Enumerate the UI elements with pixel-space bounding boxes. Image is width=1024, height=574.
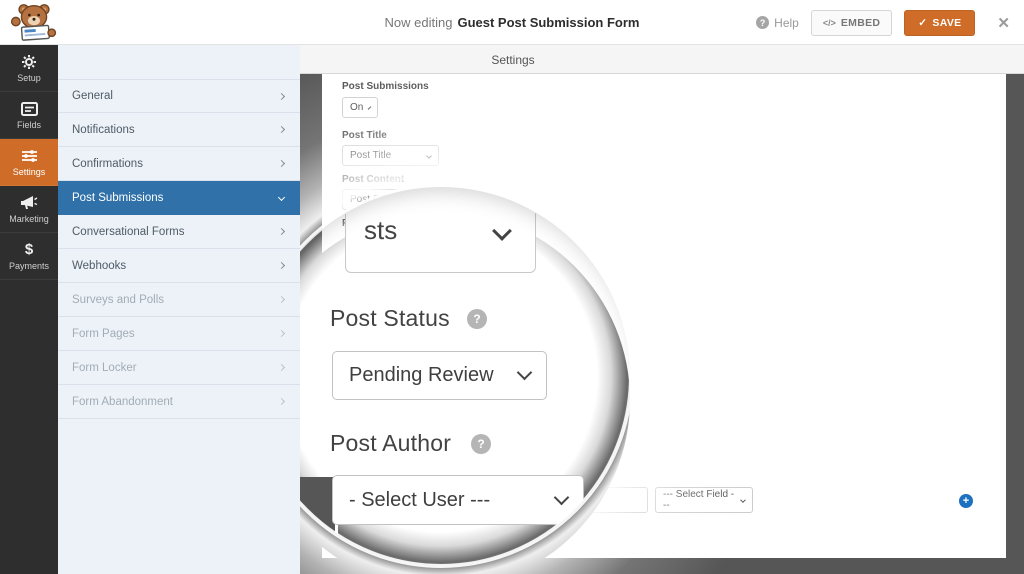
section-confirmations[interactable]: Confirmations: [58, 147, 300, 181]
question-tooltip-icon[interactable]: ?: [471, 434, 491, 454]
post-author-select[interactable]: - Select User ---: [332, 475, 584, 525]
section-label: Webhooks: [72, 259, 127, 272]
builder-nav-sidebar: Setup Fields Settings Marketing $ Paymen…: [0, 45, 58, 574]
save-label: SAVE: [932, 16, 962, 29]
top-bar: Now editing Guest Post Submission Form ?…: [0, 0, 1024, 45]
section-form-pages[interactable]: Form Pages: [58, 317, 300, 351]
help-icon: ?: [756, 16, 770, 29]
chevron-right-icon: [277, 125, 286, 134]
wpforms-builder: Now editing Guest Post Submission Form ?…: [0, 0, 1024, 574]
post-author-label: Post Author: [330, 430, 452, 456]
chevron-right-icon: [277, 159, 286, 168]
magnifier-lens: sts Post Status ? Pending Review Post Au…: [252, 187, 630, 565]
chevron-right-icon: [277, 227, 286, 236]
help-button[interactable]: ? Help: [756, 16, 799, 30]
magnified-post-type-select[interactable]: sts: [345, 187, 536, 273]
embed-button[interactable]: </> EMBED: [810, 9, 893, 36]
chevron-down-icon: [516, 364, 533, 381]
nav-label: Setup: [17, 72, 41, 83]
nav-label: Marketing: [9, 213, 49, 224]
chevron-down-icon: [426, 152, 432, 159]
section-surveys-and-polls[interactable]: Surveys and Polls: [58, 283, 300, 317]
section-conversational-forms[interactable]: Conversational Forms: [58, 215, 300, 249]
question-tooltip-icon[interactable]: ?: [467, 309, 487, 329]
section-form-locker[interactable]: Form Locker: [58, 351, 300, 385]
nav-item-setup[interactable]: Setup: [0, 45, 58, 92]
panel-title: Settings: [491, 52, 535, 67]
help-label: Help: [774, 15, 799, 30]
settings-sections-sidebar: General Notifications Confirmations Post…: [58, 45, 300, 574]
chevron-right-icon: [277, 363, 286, 372]
dollar-icon: $: [24, 241, 34, 258]
selected-value: Pending Review: [349, 364, 494, 386]
nav-item-fields[interactable]: Fields: [0, 92, 58, 139]
nav-item-payments[interactable]: $ Payments: [0, 233, 58, 280]
wpforms-bear-logo: [10, 4, 57, 41]
chevron-right-icon: [277, 397, 286, 406]
chevron-right-icon: [277, 261, 286, 270]
selected-value: sts: [364, 215, 398, 245]
section-label: Form Locker: [72, 361, 137, 374]
nav-label: Settings: [12, 166, 46, 177]
form-name: Guest Post Submission Form: [457, 15, 640, 30]
add-meta-row-button[interactable]: +: [959, 494, 973, 508]
section-label: Post Submissions: [72, 191, 164, 204]
post-submissions-select[interactable]: On: [342, 97, 378, 118]
section-notifications[interactable]: Notifications: [58, 113, 300, 147]
selected-value: On: [350, 102, 364, 113]
sliders-icon: [21, 148, 38, 164]
section-label: General: [72, 90, 113, 102]
fields-icon: [20, 101, 38, 117]
section-label: Form Abandonment: [72, 395, 174, 408]
megaphone-icon: [20, 195, 38, 211]
close-icon[interactable]: ✕: [997, 14, 1010, 32]
now-editing-title: Now editing Guest Post Submission Form: [385, 0, 640, 45]
save-button[interactable]: ✓ SAVE: [904, 9, 976, 36]
now-editing-label: Now editing: [384, 15, 453, 30]
section-label: Notifications: [72, 123, 135, 136]
selected-value: Post Title: [350, 150, 392, 161]
post-status-label: Post Status: [330, 305, 450, 331]
chevron-right-icon: [277, 295, 286, 304]
selected-value: --- Select Field ---: [663, 489, 735, 511]
section-label: Form Pages: [72, 327, 135, 340]
post-title-select[interactable]: Post Title: [342, 145, 439, 166]
section-label: Surveys and Polls: [72, 293, 165, 306]
chevron-right-icon: [277, 329, 286, 338]
section-webhooks[interactable]: Webhooks: [58, 249, 300, 283]
custom-meta-field-select[interactable]: --- Select Field ---: [655, 487, 753, 513]
chevron-down-icon: [492, 221, 512, 241]
selected-value: - Select User ---: [349, 488, 491, 511]
panel-title-bar: Settings: [300, 45, 1024, 74]
gear-icon: [21, 54, 37, 70]
section-form-abandonment[interactable]: Form Abandonment: [58, 385, 300, 419]
chevron-down-icon: [368, 105, 372, 110]
section-label: Conversational Forms: [72, 225, 185, 238]
top-bar-actions: ? Help </> EMBED ✓ SAVE ✕: [756, 0, 1010, 45]
chevron-down-icon: [740, 497, 746, 503]
embed-label: EMBED: [840, 16, 881, 29]
nav-item-settings[interactable]: Settings: [0, 139, 58, 186]
chevron-right-icon: [277, 92, 286, 100]
nav-label: Payments: [8, 260, 50, 271]
check-icon: ✓: [918, 16, 928, 29]
chevron-down-icon: [553, 489, 570, 505]
chevron-down-icon: [277, 193, 286, 202]
section-post-submissions[interactable]: Post Submissions: [58, 181, 300, 215]
section-general[interactable]: General: [58, 79, 300, 113]
section-label: Confirmations: [72, 157, 143, 170]
nav-item-marketing[interactable]: Marketing: [0, 186, 58, 233]
code-icon: </>: [822, 17, 836, 28]
nav-label: Fields: [16, 119, 41, 130]
post-status-select[interactable]: Pending Review: [332, 351, 547, 400]
